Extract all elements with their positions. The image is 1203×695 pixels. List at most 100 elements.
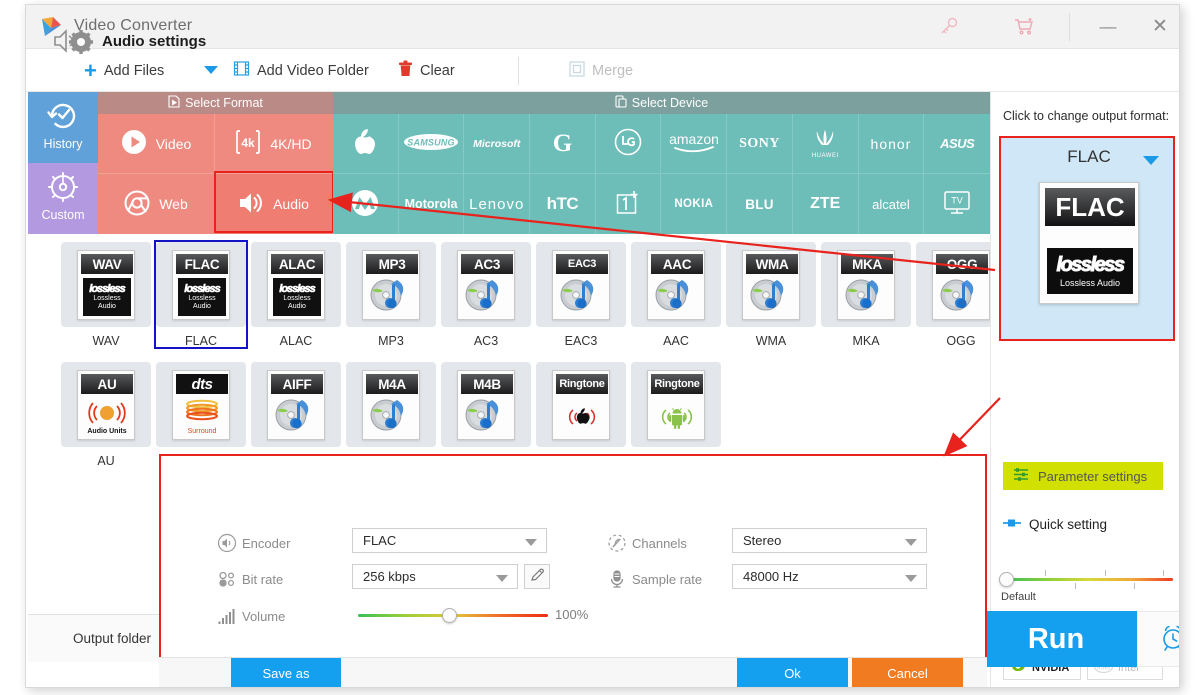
device-nokia[interactable]: NOKIA: [662, 174, 728, 234]
lossless-sub: Lossless Audio: [1059, 278, 1121, 288]
volume-slider-thumb[interactable]: [442, 608, 457, 623]
encoder-value: FLAC: [363, 533, 397, 548]
category-audio[interactable]: Audio: [215, 174, 332, 234]
save-as-button[interactable]: Save as: [231, 658, 341, 687]
device-motorola[interactable]: [333, 174, 399, 234]
device-microsoft[interactable]: Microsoft: [464, 114, 531, 174]
format-tile-dts[interactable]: dts Surround: [156, 362, 246, 447]
format-tile-wma[interactable]: WMA WMA: [726, 242, 816, 348]
ringtone-android-icon: [653, 401, 701, 433]
minimize-button[interactable]: —: [1082, 5, 1134, 48]
output-folder-label[interactable]: Output folder: [73, 631, 151, 646]
device-lg[interactable]: [595, 114, 662, 174]
sidebar-item-custom[interactable]: Custom: [28, 163, 98, 234]
category-4khd-label: 4K/HD: [270, 135, 312, 152]
format-tile-alac[interactable]: ALAC lossless Lossless Audio ALAC: [251, 242, 341, 348]
bitrate-edit-button[interactable]: [524, 564, 550, 589]
device-amazon[interactable]: amazon: [661, 114, 728, 174]
parameter-settings-button[interactable]: Parameter settings: [1003, 462, 1163, 490]
format-tile-ringtone-android[interactable]: Ringtone: [631, 362, 721, 447]
run-button[interactable]: Run: [975, 611, 1137, 667]
quality-slider-thumb[interactable]: [999, 572, 1014, 587]
device-tv[interactable]: TV: [924, 174, 990, 234]
format-cap: AIFF: [271, 374, 323, 394]
lossless-badge: lossless Lossless Audio: [1047, 248, 1133, 294]
device-asus[interactable]: ASUS: [924, 114, 990, 174]
device-apple[interactable]: [333, 114, 399, 174]
encoder-select[interactable]: FLAC: [352, 528, 547, 553]
add-video-folder-button[interactable]: Add Video Folder: [233, 49, 369, 92]
sliders-icon: [1013, 467, 1029, 485]
key-icon[interactable]: [936, 15, 962, 39]
format-thumb: OGG: [932, 250, 990, 320]
channels-label: Channels: [632, 535, 687, 551]
device-oneplus[interactable]: [596, 174, 662, 234]
format-tile-aiff[interactable]: AIFF: [251, 362, 341, 447]
clear-label: Clear: [420, 62, 455, 79]
sidebar-item-history[interactable]: History: [28, 92, 98, 163]
format-art: [556, 276, 608, 318]
ok-button[interactable]: Ok: [737, 658, 848, 687]
device-alcatel[interactable]: alcatel: [859, 174, 925, 234]
quick-setting-row[interactable]: Quick setting: [1003, 517, 1107, 532]
format-tile-label: MKA: [852, 334, 880, 348]
category-web[interactable]: Web: [98, 174, 215, 234]
device-honor[interactable]: honor: [858, 114, 925, 174]
format-tile-au[interactable]: AU Audio Units AU: [61, 362, 151, 468]
channels-select[interactable]: Stereo: [732, 528, 927, 553]
side-tabs: History Custom: [28, 92, 98, 234]
svg-text:SAMSUNG: SAMSUNG: [407, 138, 454, 148]
cd-music-icon: [654, 276, 700, 318]
merge-button[interactable]: Merge: [569, 49, 633, 92]
device-lenovo[interactable]: Motorola: [399, 174, 465, 234]
samplerate-value: 48000 Hz: [743, 569, 799, 584]
device-sony[interactable]: SONY: [727, 114, 793, 174]
device-blu[interactable]: BLU: [727, 174, 793, 234]
format-tile-label: WMA: [755, 334, 787, 348]
add-files-dropdown-caret-icon[interactable]: [204, 66, 218, 74]
asus-logo: ASUS: [940, 136, 975, 151]
bitrate-select[interactable]: 256 kbps: [352, 564, 518, 589]
cancel-button[interactable]: Cancel: [852, 658, 963, 687]
output-format-box[interactable]: FLAC FLAC lossless Lossless Audio: [999, 136, 1175, 341]
category-4khd[interactable]: 4k 4K/HD: [215, 114, 332, 174]
format-tile-mka[interactable]: MKA MKA: [821, 242, 911, 348]
merge-icon: [569, 60, 585, 81]
format-cap: EAC3: [556, 254, 608, 274]
quality-default-label: Default: [1001, 591, 1036, 603]
format-tile-mp3[interactable]: MP3 MP3: [346, 242, 436, 348]
quality-slider[interactable]: Default: [999, 570, 1175, 610]
format-thumb: M4A: [362, 370, 420, 440]
device-huawei[interactable]: HUAWEI: [792, 114, 859, 174]
apple-icon: [352, 127, 378, 160]
output-format-chevron-down-icon[interactable]: [1143, 156, 1159, 165]
add-files-button[interactable]: + Add Files: [84, 49, 164, 92]
close-button[interactable]: ✕: [1134, 5, 1179, 48]
category-video[interactable]: Video: [98, 114, 215, 174]
format-tile-aac[interactable]: AAC AAC: [631, 242, 721, 348]
amazon-logo: amazon: [666, 129, 722, 158]
device-samsung[interactable]: SAMSUNG: [398, 114, 465, 174]
format-tile-eac3[interactable]: EAC3 EAC3: [536, 242, 626, 348]
format-art: lossless Lossless Audio: [176, 276, 228, 318]
volume-slider[interactable]: [358, 607, 548, 625]
device-xiaomi[interactable]: hTC: [530, 174, 596, 234]
format-tile-label: AAC: [663, 334, 689, 348]
device-google[interactable]: G: [530, 114, 596, 174]
format-tile-ac3[interactable]: AC3 AC3: [441, 242, 531, 348]
format-tile-wav[interactable]: WAV lossless Lossless Audio WAV: [61, 242, 151, 348]
clear-button[interactable]: Clear: [398, 49, 455, 92]
schedule-button[interactable]: [1137, 611, 1179, 667]
device-htc[interactable]: Lenovo: [464, 174, 531, 234]
cart-icon[interactable]: [1011, 15, 1037, 39]
format-tile-m4a[interactable]: M4A: [346, 362, 436, 447]
format-tile-flac[interactable]: FLAC lossless Lossless Audio FLAC: [156, 242, 246, 348]
format-art: [366, 396, 418, 438]
lossless-badge: lossless Lossless Audio: [273, 278, 321, 316]
samplerate-select[interactable]: 48000 Hz: [732, 564, 927, 589]
slider-handle-icon: [1003, 517, 1021, 532]
device-zte[interactable]: ZTE: [793, 174, 859, 234]
format-tile-ringtone-apple[interactable]: Ringtone: [536, 362, 626, 447]
format-thumb: MP3: [362, 250, 420, 320]
format-tile-m4b[interactable]: M4B: [441, 362, 531, 447]
